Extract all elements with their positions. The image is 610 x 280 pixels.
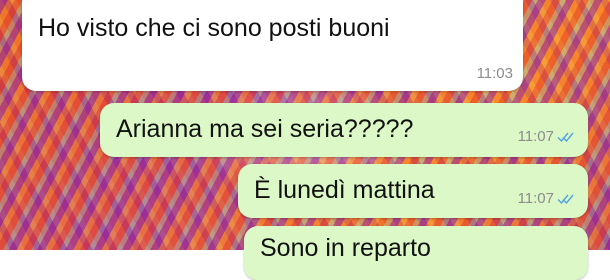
message-bubble-outgoing[interactable]: Sono in reparto (244, 226, 588, 280)
message-time: 11:07 (517, 128, 554, 145)
message-text: Arianna ma sei seria????? (116, 115, 414, 143)
message-bubble-incoming[interactable]: Ho visto che ci sono posti buoni 11:03 (22, 0, 523, 91)
message-status: 11:07 (518, 128, 575, 145)
message-text: Sono in reparto (260, 234, 431, 262)
message-bubble-outgoing[interactable]: È lunedì mattina 11:07 (238, 164, 588, 218)
message-bubble-outgoing[interactable]: Arianna ma sei seria????? 11:07 (100, 103, 588, 157)
message-text: Ho visto che ci sono posti buoni (38, 14, 390, 42)
double-check-icon (557, 194, 574, 204)
message-text: È lunedì mattina (254, 176, 435, 204)
message-time: 11:03 (476, 65, 513, 82)
message-time: 11:07 (517, 190, 554, 207)
double-check-icon (557, 132, 574, 142)
message-status: 11:07 (518, 190, 575, 207)
